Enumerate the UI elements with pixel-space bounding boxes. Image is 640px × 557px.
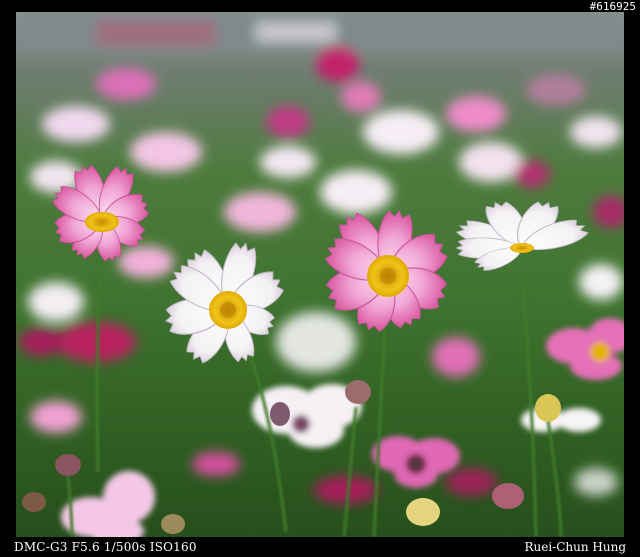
- flower-photo: [16, 12, 624, 537]
- exif-caption: DMC-G3 F5.6 1/500s ISO160: [14, 540, 197, 554]
- pink-cosmos-center: [320, 206, 454, 337]
- white-cosmos-right: [450, 198, 595, 275]
- photographer-credit: Ruei-Chun Hung: [524, 540, 626, 554]
- white-cosmos-center-left: [162, 238, 289, 369]
- photo-frame: #616925 DMC-G3 F5.6 1/500s ISO160 Ruei-C…: [0, 0, 640, 557]
- flower-photo-drawing: [16, 12, 624, 537]
